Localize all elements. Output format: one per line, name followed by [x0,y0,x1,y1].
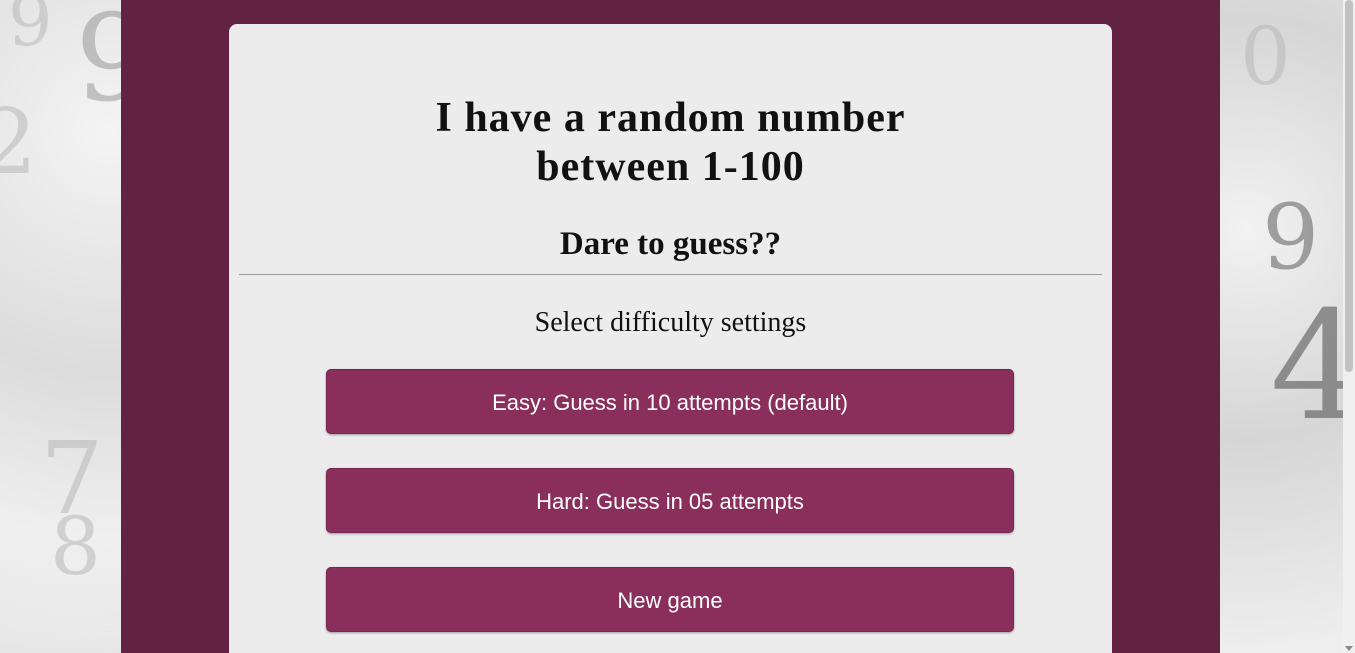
background-digit: 8 [50,500,101,593]
page-title: I have a random number between 1-100 [229,94,1112,192]
divider [239,274,1102,275]
game-card: I have a random number between 1-100 Dar… [229,24,1112,653]
new-game-button[interactable]: New game [326,567,1014,632]
background-digit: 0 [1240,10,1291,103]
title-line-2: between 1-100 [536,144,805,190]
easy-difficulty-button[interactable]: Easy: Guess in 10 attempts (default) [326,369,1014,434]
background-digit: 2 [0,90,38,195]
title-line-1: I have a random number [435,95,906,141]
background-digit: 9 [8,0,53,62]
background-digit: 9 [1262,185,1320,290]
vertical-scrollbar[interactable] [1343,0,1355,653]
scroll-down-arrow-icon[interactable] [1345,646,1353,651]
hard-difficulty-button[interactable]: Hard: Guess in 05 attempts [326,468,1014,533]
scrollbar-thumb[interactable] [1345,0,1353,372]
page-subtitle: Dare to guess?? [559,226,782,262]
difficulty-settings-label: Select difficulty settings [534,307,807,338]
